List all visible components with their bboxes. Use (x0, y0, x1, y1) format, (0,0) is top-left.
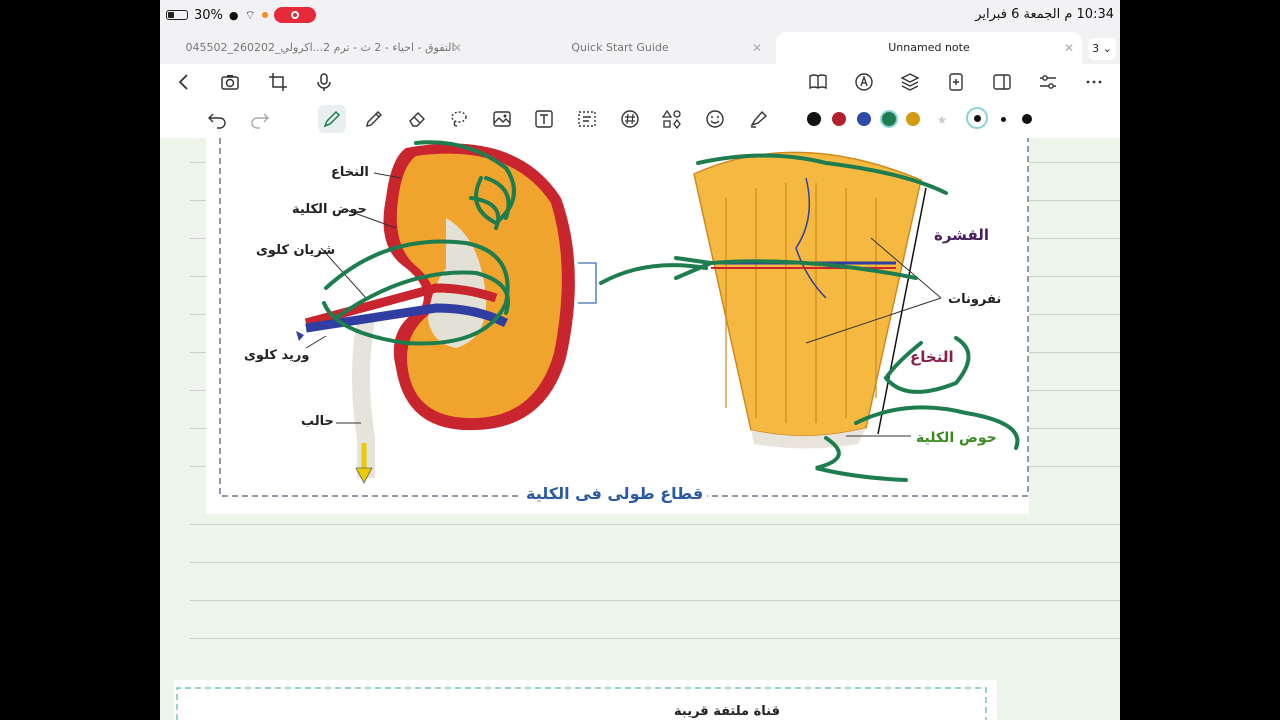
recording-indicator[interactable] (273, 7, 316, 23)
status-left: 30% ● ⌔ (166, 7, 316, 23)
label-renal-pelvis-right: حوض الكلية (916, 430, 997, 446)
color-red[interactable] (832, 112, 846, 126)
microphone-icon[interactable] (312, 70, 336, 94)
stroke-size-large[interactable] (1015, 107, 1039, 131)
redo-icon[interactable] (248, 107, 272, 131)
favorite-star-icon[interactable]: ★ (930, 108, 954, 132)
tab-pdf[interactable]: التفوق - احياء - 2 ث - ترم 2...اكرولي_26… (170, 32, 470, 64)
sidebar-icon[interactable] (990, 70, 1014, 94)
back-chevron-icon[interactable] (172, 70, 196, 94)
close-icon[interactable]: ✕ (752, 32, 762, 64)
color-blue[interactable] (857, 112, 871, 126)
add-page-icon[interactable] (944, 70, 968, 94)
lasso-icon[interactable] (447, 107, 471, 131)
drawing-toolbar: ★ (160, 100, 1120, 139)
kidney-illustration (219, 138, 1029, 497)
close-icon[interactable]: ✕ (1064, 32, 1074, 64)
battery-icon (166, 10, 188, 20)
wifi-icon: ⌔ (244, 7, 256, 22)
label-cortex: القشرة (934, 226, 990, 244)
color-green-selected[interactable] (880, 110, 898, 128)
pen-icon[interactable] (318, 105, 346, 133)
color-yellow[interactable] (906, 112, 920, 126)
tab-label: التفوق - احياء - 2 ث - ترم 2...اكرولي_26… (185, 41, 455, 54)
tab-label: Unnamed note (888, 41, 970, 54)
camera-icon[interactable] (218, 70, 242, 94)
battery-percent: 30% (194, 7, 223, 23)
tab-label: Quick Start Guide (571, 41, 669, 54)
nephron-figure[interactable]: قناة ملتفة قريبة (174, 680, 997, 720)
label-medulla-right: النخاع (910, 348, 954, 366)
note-page[interactable]: النخاع حوض الكلية شريان كلوى وريد كلوى ح… (160, 138, 1120, 720)
text-box-icon[interactable] (532, 107, 556, 131)
eraser-icon[interactable] (405, 107, 429, 131)
crop-icon[interactable] (266, 70, 290, 94)
book-icon[interactable] (806, 70, 830, 94)
stroke-size-small[interactable] (991, 107, 1015, 131)
figure2-frame (176, 687, 987, 720)
tab-bar: التفوق - احياء - 2 ث - ترم 2...اكرولي_26… (160, 32, 1120, 64)
close-icon[interactable]: ✕ (452, 32, 462, 64)
undo-icon[interactable] (205, 107, 229, 131)
tab-quick-start[interactable]: Quick Start Guide ✕ (470, 32, 770, 64)
text-circle-icon[interactable] (852, 70, 876, 94)
highlighter-icon[interactable] (746, 107, 770, 131)
mic-indicator-icon (261, 12, 268, 18)
stroke-size-medium[interactable] (966, 107, 988, 129)
sliders-icon[interactable] (1036, 70, 1060, 94)
sticker-icon[interactable] (703, 107, 727, 131)
layers-icon[interactable] (898, 70, 922, 94)
label-renal-artery: شريان كلوى (256, 243, 336, 258)
person-icon: ● (228, 8, 239, 22)
ipad-screen: 30% ● ⌔ 10:34 م الجمعة 6 فبراير التفوق -… (160, 0, 1120, 720)
label-nephrons: نفرونات (948, 292, 1002, 307)
color-black[interactable] (807, 112, 821, 126)
top-toolbar (160, 64, 1120, 100)
time-date: 10:34 م الجمعة 6 فبراير (975, 7, 1114, 22)
kidney-figure[interactable]: النخاع حوض الكلية شريان كلوى وريد كلوى ح… (206, 138, 1029, 514)
label-renal-pelvis: حوض الكلية (292, 202, 367, 217)
pencil-icon[interactable] (362, 107, 386, 131)
shapes-icon[interactable] (660, 107, 684, 131)
figure2-title: قناة ملتفة قريبة (674, 704, 780, 719)
label-ureter: حالب (301, 414, 334, 429)
image-icon[interactable] (490, 107, 514, 131)
tab-unnamed-note[interactable]: Unnamed note ✕ (776, 32, 1082, 64)
figure-caption: قطاع طولى فى الكلية (522, 484, 708, 503)
label-renal-vein: وريد كلوى (244, 348, 310, 363)
more-icon[interactable] (1082, 70, 1106, 94)
label-medulla: النخاع (331, 165, 369, 180)
hashtag-icon[interactable] (618, 107, 642, 131)
tab-count: 3 (1092, 42, 1100, 55)
select-icon[interactable] (575, 107, 599, 131)
tab-count-button[interactable]: 3 ⌄ (1088, 38, 1116, 60)
status-bar: 30% ● ⌔ 10:34 م الجمعة 6 فبراير (160, 0, 1120, 30)
